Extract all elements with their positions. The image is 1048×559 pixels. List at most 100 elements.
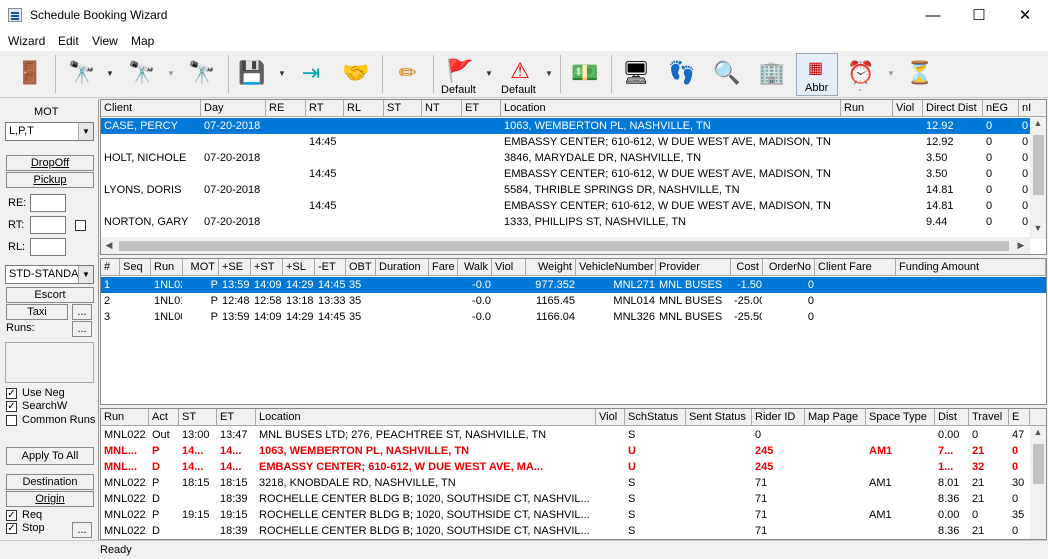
clients-col-header[interactable]: Client [101, 100, 201, 117]
re-input[interactable] [30, 194, 66, 212]
dropdown-arrow-icon[interactable]: ▼ [545, 69, 553, 78]
pencil-icon[interactable]: ✏ [390, 55, 426, 91]
dropdown-arrow-icon[interactable]: ▼ [278, 69, 286, 78]
menu-wizard[interactable]: Wizard [8, 34, 45, 48]
schedule-col-header[interactable]: Map Page [805, 409, 866, 426]
clients-col-header[interactable]: nI [1019, 100, 1046, 117]
std-select[interactable]: STD-STANDA ▼ [5, 265, 94, 284]
use-neg-checkbox[interactable]: ✓ [6, 388, 17, 399]
schedule-col-header[interactable]: ET [217, 409, 256, 426]
save-icon[interactable]: 💾 [234, 55, 270, 91]
options-col-header[interactable]: Client Fare [815, 259, 896, 276]
origin-button[interactable]: Origin [6, 491, 94, 507]
clients-col-header[interactable]: Day [201, 100, 266, 117]
maximize-button[interactable]: ☐ [956, 0, 1002, 31]
clients-col-header[interactable]: RE [266, 100, 306, 117]
mot-select[interactable]: L,P,T ▼ [5, 122, 94, 141]
table-row[interactable]: 14:45 EMBASSY CENTER; 610-612, W DUE WEST… [101, 166, 1046, 182]
clients-col-header[interactable]: Run [841, 100, 893, 117]
common-runs-checkbox[interactable] [6, 415, 17, 426]
table-row[interactable]: CASE, PERCY 07-20-2018 1063, WEMBERTON PL,… [101, 118, 1046, 134]
schedule-col-header[interactable]: Run [101, 409, 149, 426]
options-col-header[interactable]: -ET [315, 259, 346, 276]
options-col-header[interactable]: Weight [526, 259, 576, 276]
taxi-ellipsis-button[interactable]: ... [72, 304, 92, 320]
scroll-thumb[interactable] [1033, 135, 1044, 195]
rl-input[interactable] [30, 238, 66, 256]
clients-col-header[interactable]: RT [306, 100, 344, 117]
clients-col-header[interactable]: Direct Dist [923, 100, 983, 117]
menu-view[interactable]: View [92, 34, 118, 48]
options-col-header[interactable]: MOT [183, 259, 219, 276]
clients-vscroll[interactable]: ▲ ▼ [1030, 117, 1046, 239]
table-row[interactable]: MNL022 D 18:39 ROCHELLE CENTER BLDG B; 1020… [101, 523, 1030, 539]
table-row[interactable]: MNL022 P 19:15 19:15 ROCHELLE CENTER BLDG B;… [101, 507, 1030, 523]
table-row[interactable]: 2 1NL019 P 12:48 12:58 13:18 13:33 35 -0.0 1165.4… [101, 293, 1046, 309]
schedule-col-header[interactable]: Viol [596, 409, 625, 426]
schedule-col-header[interactable]: Act [149, 409, 179, 426]
clients-col-header[interactable]: Viol [893, 100, 923, 117]
req-checkbox[interactable]: ✓ [6, 510, 17, 521]
menu-map[interactable]: Map [131, 34, 154, 48]
apply-to-all-button[interactable]: Apply To All [6, 447, 94, 465]
clients-col-header[interactable]: nEG [983, 100, 1019, 117]
clients-col-header[interactable]: ET [462, 100, 501, 117]
options-col-header[interactable]: Viol [492, 259, 526, 276]
transfer-icon[interactable]: ⇥ [293, 55, 329, 91]
minimize-button[interactable]: — [910, 0, 956, 31]
schedule-col-header[interactable]: Location [256, 409, 596, 426]
scroll-up-icon[interactable]: ▲ [1030, 427, 1046, 437]
options-col-header[interactable]: VehicleNumber [576, 259, 656, 276]
options-col-header[interactable]: Seq [120, 259, 151, 276]
clients-col-header[interactable]: Location [501, 100, 841, 117]
buildings-icon[interactable]: 🏢 [754, 55, 790, 91]
stop-checkbox[interactable]: ✓ [6, 523, 17, 534]
scroll-right-icon[interactable]: ▶ [1013, 240, 1029, 251]
options-col-header[interactable]: Walk [458, 259, 492, 276]
table-row[interactable]: 14:45 EMBASSY CENTER; 610-612, W DUE WEST… [101, 198, 1046, 214]
monitor-icon[interactable]: 🖥 [618, 55, 654, 91]
table-row[interactable]: 1 1NL022 P 13:59 14:09 14:29 14:45 35 -0.0 977.35… [101, 277, 1046, 293]
dropdown-arrow-icon[interactable]: ▼ [485, 69, 493, 78]
options-col-header[interactable]: Funding Amount [896, 259, 1046, 276]
escort-button[interactable]: Escort [6, 287, 94, 303]
binoculars-icon[interactable]: 🔭 [64, 55, 100, 91]
scroll-thumb[interactable] [1033, 444, 1044, 484]
rt-input[interactable] [30, 216, 66, 234]
table-row[interactable]: MNL... D 14... 14... EMBASSY CENTER; 610-612… [101, 459, 1030, 475]
table-row[interactable]: 14:45 EMBASSY CENTER; 610-612, W DUE WEST… [101, 134, 1046, 150]
binoculars-red-icon[interactable]: 🔭 [184, 55, 220, 91]
scroll-thumb[interactable] [119, 241, 1009, 251]
options-col-header[interactable]: Provider [656, 259, 731, 276]
table-row[interactable]: MNL022 P 18:15 18:15 3218, KNOBDALE RD, NASH… [101, 475, 1030, 491]
table-row[interactable]: 3 1NL009 P 13:59 14:09 14:29 14:45 35 -0.0 1166.0… [101, 309, 1046, 325]
dropoff-button[interactable]: DropOff [6, 155, 94, 171]
runs-ellipsis-button[interactable]: ... [72, 321, 92, 337]
runs-list[interactable] [5, 342, 94, 383]
schedule-grid[interactable]: Run Act ST ET Location Viol SchStatus Sent Stat… [100, 408, 1047, 540]
table-row[interactable]: MNL... P 14... 14... 1063, WEMBERTON PL, NAS… [101, 443, 1030, 459]
options-col-header[interactable]: +SE [219, 259, 251, 276]
exit-door-icon[interactable]: 🚪 [12, 55, 48, 91]
money-icon[interactable]: 💵 [567, 55, 603, 91]
taxi-button[interactable]: Taxi [6, 304, 68, 320]
options-col-header[interactable]: Cost [731, 259, 763, 276]
schedule-col-header[interactable]: Space Type [866, 409, 935, 426]
hourglass-icon[interactable]: ⏳ [902, 55, 938, 91]
options-col-header[interactable]: OrderNo [763, 259, 815, 276]
table-row[interactable]: NORTON, GARY 07-20-2018 1333, PHILLIPS ST,… [101, 214, 1046, 230]
schedule-col-header[interactable]: Rider ID [752, 409, 805, 426]
options-col-header[interactable]: Duration [376, 259, 429, 276]
scroll-down-icon[interactable]: ▼ [1030, 223, 1046, 233]
scroll-up-icon[interactable]: ▲ [1030, 118, 1046, 128]
handshake-icon[interactable]: 🤝 [338, 55, 374, 91]
dropdown-arrow-icon[interactable]: ▼ [106, 69, 114, 78]
table-row[interactable]: LYONS, DORIS 07-20-2018 5584, THRIBLE SPRI… [101, 182, 1046, 198]
table-row[interactable]: MNL022 Out 13:00 13:47 MNL BUSES LTD; 276, P… [101, 427, 1030, 443]
schedule-col-header[interactable]: ST [179, 409, 217, 426]
options-col-header[interactable]: # [101, 259, 120, 276]
table-row[interactable]: MNL022 D 18:39 ROCHELLE CENTER BLDG B; 1020… [101, 491, 1030, 507]
schedule-col-header[interactable]: Sent Status [686, 409, 752, 426]
scroll-left-icon[interactable]: ◀ [101, 240, 117, 251]
schedule-col-header[interactable]: Travel [969, 409, 1009, 426]
